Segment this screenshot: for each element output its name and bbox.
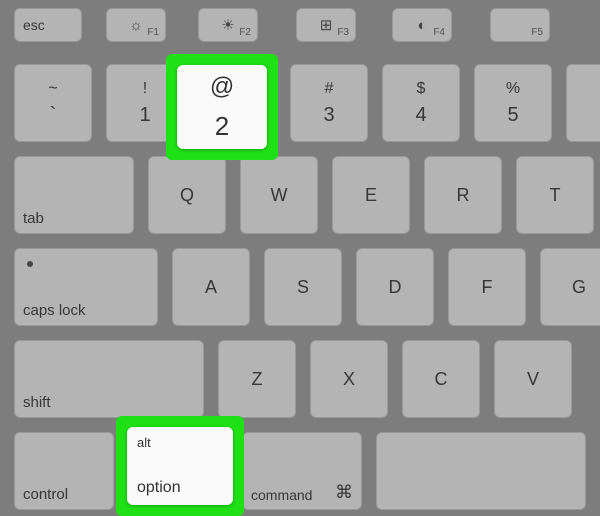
key-5[interactable]: %5 <box>474 64 552 142</box>
key-label: F <box>482 277 493 298</box>
key-label: tab <box>23 210 44 227</box>
key-label: C <box>435 369 448 390</box>
key-f[interactable]: F <box>448 248 526 326</box>
key-label: E <box>365 185 377 206</box>
key-s[interactable]: S <box>264 248 342 326</box>
key-tab[interactable]: tab <box>14 156 134 234</box>
key-label: caps lock <box>23 302 86 319</box>
key-f2[interactable]: ☀ F2 <box>198 8 258 42</box>
key-label: F5 <box>531 27 543 38</box>
key-d[interactable]: D <box>356 248 434 326</box>
key-space[interactable] <box>376 432 586 510</box>
key-upper: alt <box>137 435 223 450</box>
key-6[interactable]: ^6 <box>566 64 600 142</box>
key-r[interactable]: R <box>424 156 502 234</box>
key-z[interactable]: Z <box>218 340 296 418</box>
key-w[interactable]: W <box>240 156 318 234</box>
key-label: Z <box>252 369 263 390</box>
key-label: Q <box>180 185 194 206</box>
highlight-key-2: @ 2 <box>166 54 278 160</box>
key-label: A <box>205 277 217 298</box>
key-label: T <box>550 185 561 206</box>
key-f3[interactable]: ⊞ F3 <box>296 8 356 42</box>
key-q[interactable]: Q <box>148 156 226 234</box>
dashboard-icon: ◐ <box>417 17 426 34</box>
key-f4[interactable]: ◐ F4 <box>392 8 452 42</box>
key-label: shift <box>23 394 51 411</box>
key-label: S <box>297 277 309 298</box>
key-upper: $ <box>417 80 426 98</box>
key-lower: 3 <box>323 104 334 127</box>
key-capslock[interactable]: caps lock <box>14 248 158 326</box>
key-label: F4 <box>433 27 445 38</box>
highlight-key-option: alt option <box>116 416 244 516</box>
key-f5[interactable]: F5 <box>490 8 550 42</box>
capslock-indicator-icon <box>27 261 33 267</box>
key-label: F1 <box>147 27 159 38</box>
key-f1[interactable]: ☼ F1 <box>106 8 166 42</box>
key-label: W <box>271 185 288 206</box>
key-lower: 4 <box>415 104 426 127</box>
key-t[interactable]: T <box>516 156 594 234</box>
key-label: F2 <box>239 27 251 38</box>
key-option-highlighted[interactable]: alt option <box>127 427 233 505</box>
key-label: esc <box>23 17 45 33</box>
key-label: V <box>527 369 539 390</box>
key-upper: # <box>325 80 334 98</box>
key-v[interactable]: V <box>494 340 572 418</box>
mission-control-icon: ⊞ <box>320 16 333 34</box>
key-command[interactable]: command ⌘ <box>242 432 362 510</box>
key-upper: % <box>506 80 520 98</box>
key-esc[interactable]: esc <box>14 8 82 42</box>
key-label: F3 <box>337 27 349 38</box>
key-g[interactable]: G <box>540 248 600 326</box>
key-lower: option <box>137 479 223 497</box>
key-c[interactable]: C <box>402 340 480 418</box>
keyboard: esc ☼F1 ☀F2 ⊞F3 ◐F4 F5 ~` !1 @2 #3 $4 %5… <box>0 0 600 516</box>
key-upper: ~ <box>48 80 57 98</box>
key-label: R <box>457 185 470 206</box>
key-label: G <box>572 277 586 298</box>
key-lower: ` <box>50 104 57 127</box>
key-lower: 5 <box>507 104 518 127</box>
key-x[interactable]: X <box>310 340 388 418</box>
key-a[interactable]: A <box>172 248 250 326</box>
key-3[interactable]: #3 <box>290 64 368 142</box>
key-label: command <box>251 487 312 503</box>
key-lower: 1 <box>139 104 150 127</box>
key-upper: ! <box>143 80 147 98</box>
key-4[interactable]: $4 <box>382 64 460 142</box>
brightness-high-icon: ☀ <box>221 16 234 34</box>
brightness-low-icon: ☼ <box>129 17 143 34</box>
key-label: control <box>23 486 68 503</box>
key-shift[interactable]: shift <box>14 340 204 418</box>
key-e[interactable]: E <box>332 156 410 234</box>
key-2-highlighted[interactable]: @ 2 <box>177 65 267 149</box>
key-control[interactable]: control <box>14 432 114 510</box>
key-backtick[interactable]: ~` <box>14 64 92 142</box>
key-label: X <box>343 369 355 390</box>
key-lower: 2 <box>215 111 229 142</box>
command-icon: ⌘ <box>335 482 353 503</box>
key-label: D <box>389 277 402 298</box>
key-upper: @ <box>210 73 234 101</box>
